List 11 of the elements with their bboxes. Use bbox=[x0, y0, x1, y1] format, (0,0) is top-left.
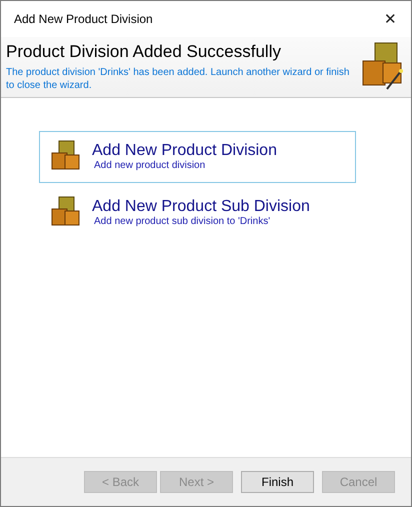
window-title: Add New Product Division bbox=[14, 12, 153, 26]
task-title: Add New Product Sub Division bbox=[92, 198, 310, 216]
close-button[interactable]: ✕ bbox=[384, 10, 397, 28]
task-description: Add new product division bbox=[94, 160, 206, 172]
task-description: Add new product sub division to 'Drinks' bbox=[94, 216, 272, 228]
wizard-task[interactable]: Add New Product Sub Division Add new product sub division to 'Drinks' bbox=[39, 187, 356, 239]
header-title: Product Division Added Successfully bbox=[6, 42, 282, 62]
wizard-button[interactable]: Finish bbox=[241, 471, 314, 493]
wizard-task[interactable]: Add New Product Division Add new product division bbox=[39, 131, 356, 183]
task-title: Add New Product Division bbox=[92, 142, 277, 160]
header-description: The product division 'Drinks' has been added. Launch another wizard or finish to close the wizard. bbox=[6, 66, 350, 92]
